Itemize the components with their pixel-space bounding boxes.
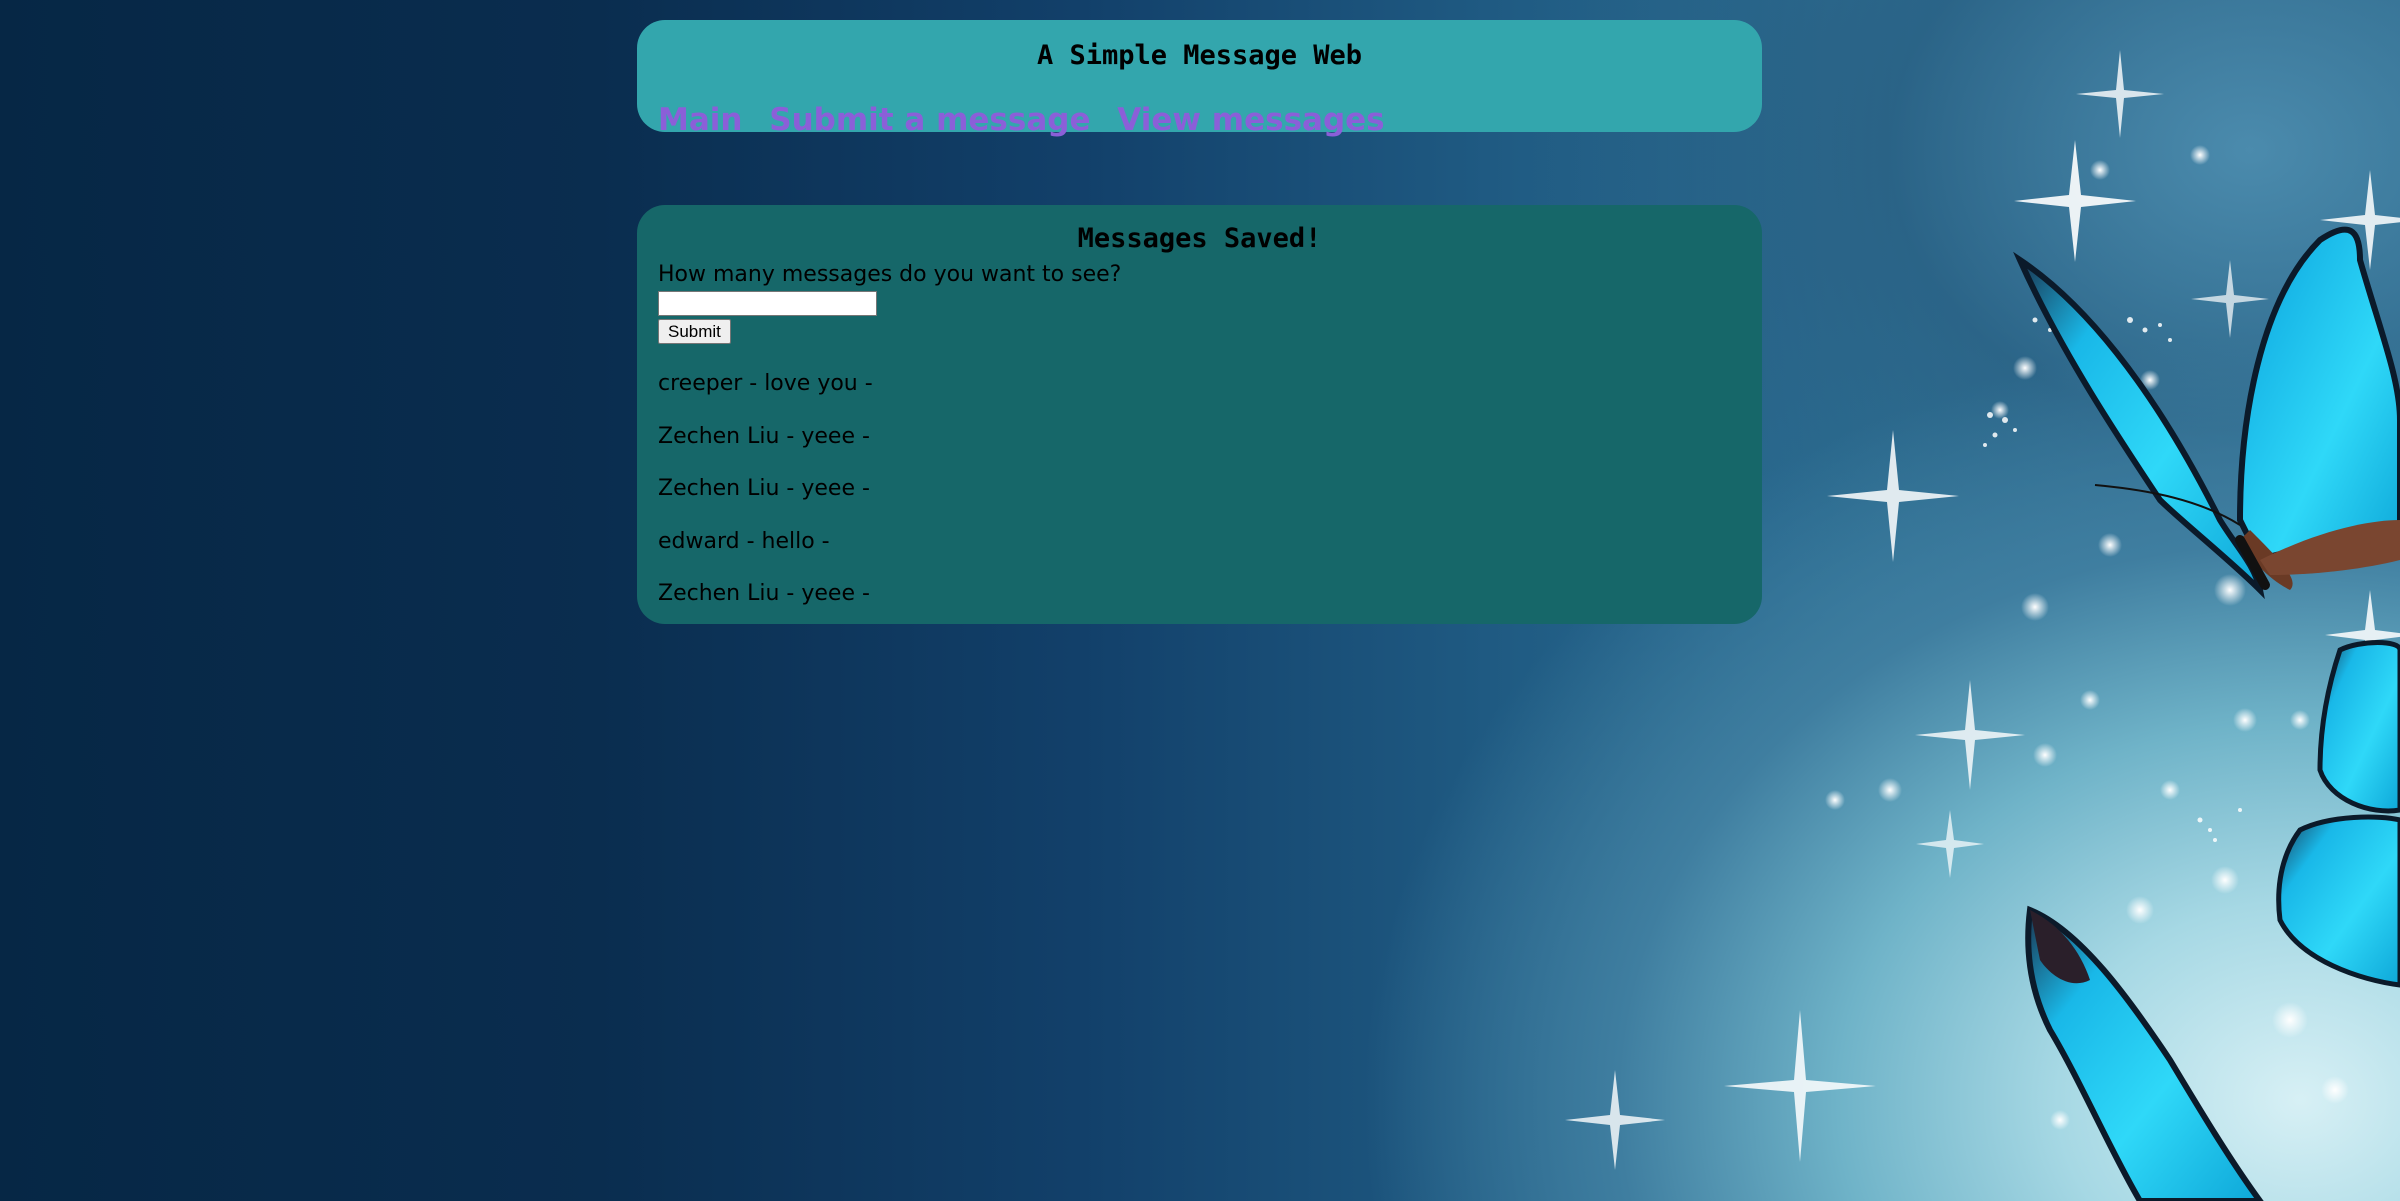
message-item: creeper - love you - bbox=[658, 371, 873, 396]
message-count-form: How many messages do you want to see? Su… bbox=[658, 259, 1121, 344]
main-nav: Main Submit a message View messages bbox=[658, 102, 1401, 138]
nav-link-submit-message[interactable]: Submit a message bbox=[769, 102, 1090, 138]
section-title: Messages Saved! bbox=[1077, 223, 1322, 254]
message-list: creeper - love you - Zechen Liu - yeee -… bbox=[658, 368, 873, 631]
submit-button[interactable]: Submit bbox=[658, 319, 731, 344]
message-count-input[interactable] bbox=[658, 291, 877, 316]
nav-link-view-messages[interactable]: View messages bbox=[1117, 102, 1384, 138]
message-item: Zechen Liu - yeee - bbox=[658, 476, 870, 501]
site-title: A Simple Message Web bbox=[1036, 40, 1363, 71]
message-item: Zechen Liu - yeee - bbox=[658, 423, 870, 449]
message-item: Zechen Liu - yeee - bbox=[658, 581, 870, 606]
header-panel: A Simple Message Web Main Submit a messa… bbox=[637, 20, 1762, 138]
messages-panel: Messages Saved! How many messages do you… bbox=[637, 205, 1762, 624]
message-item: edward - hello - bbox=[658, 528, 830, 554]
butterfly-upper bbox=[2013, 226, 2400, 600]
message-count-label: How many messages do you want to see? bbox=[658, 262, 1122, 287]
nav-link-main[interactable]: Main bbox=[658, 102, 742, 138]
